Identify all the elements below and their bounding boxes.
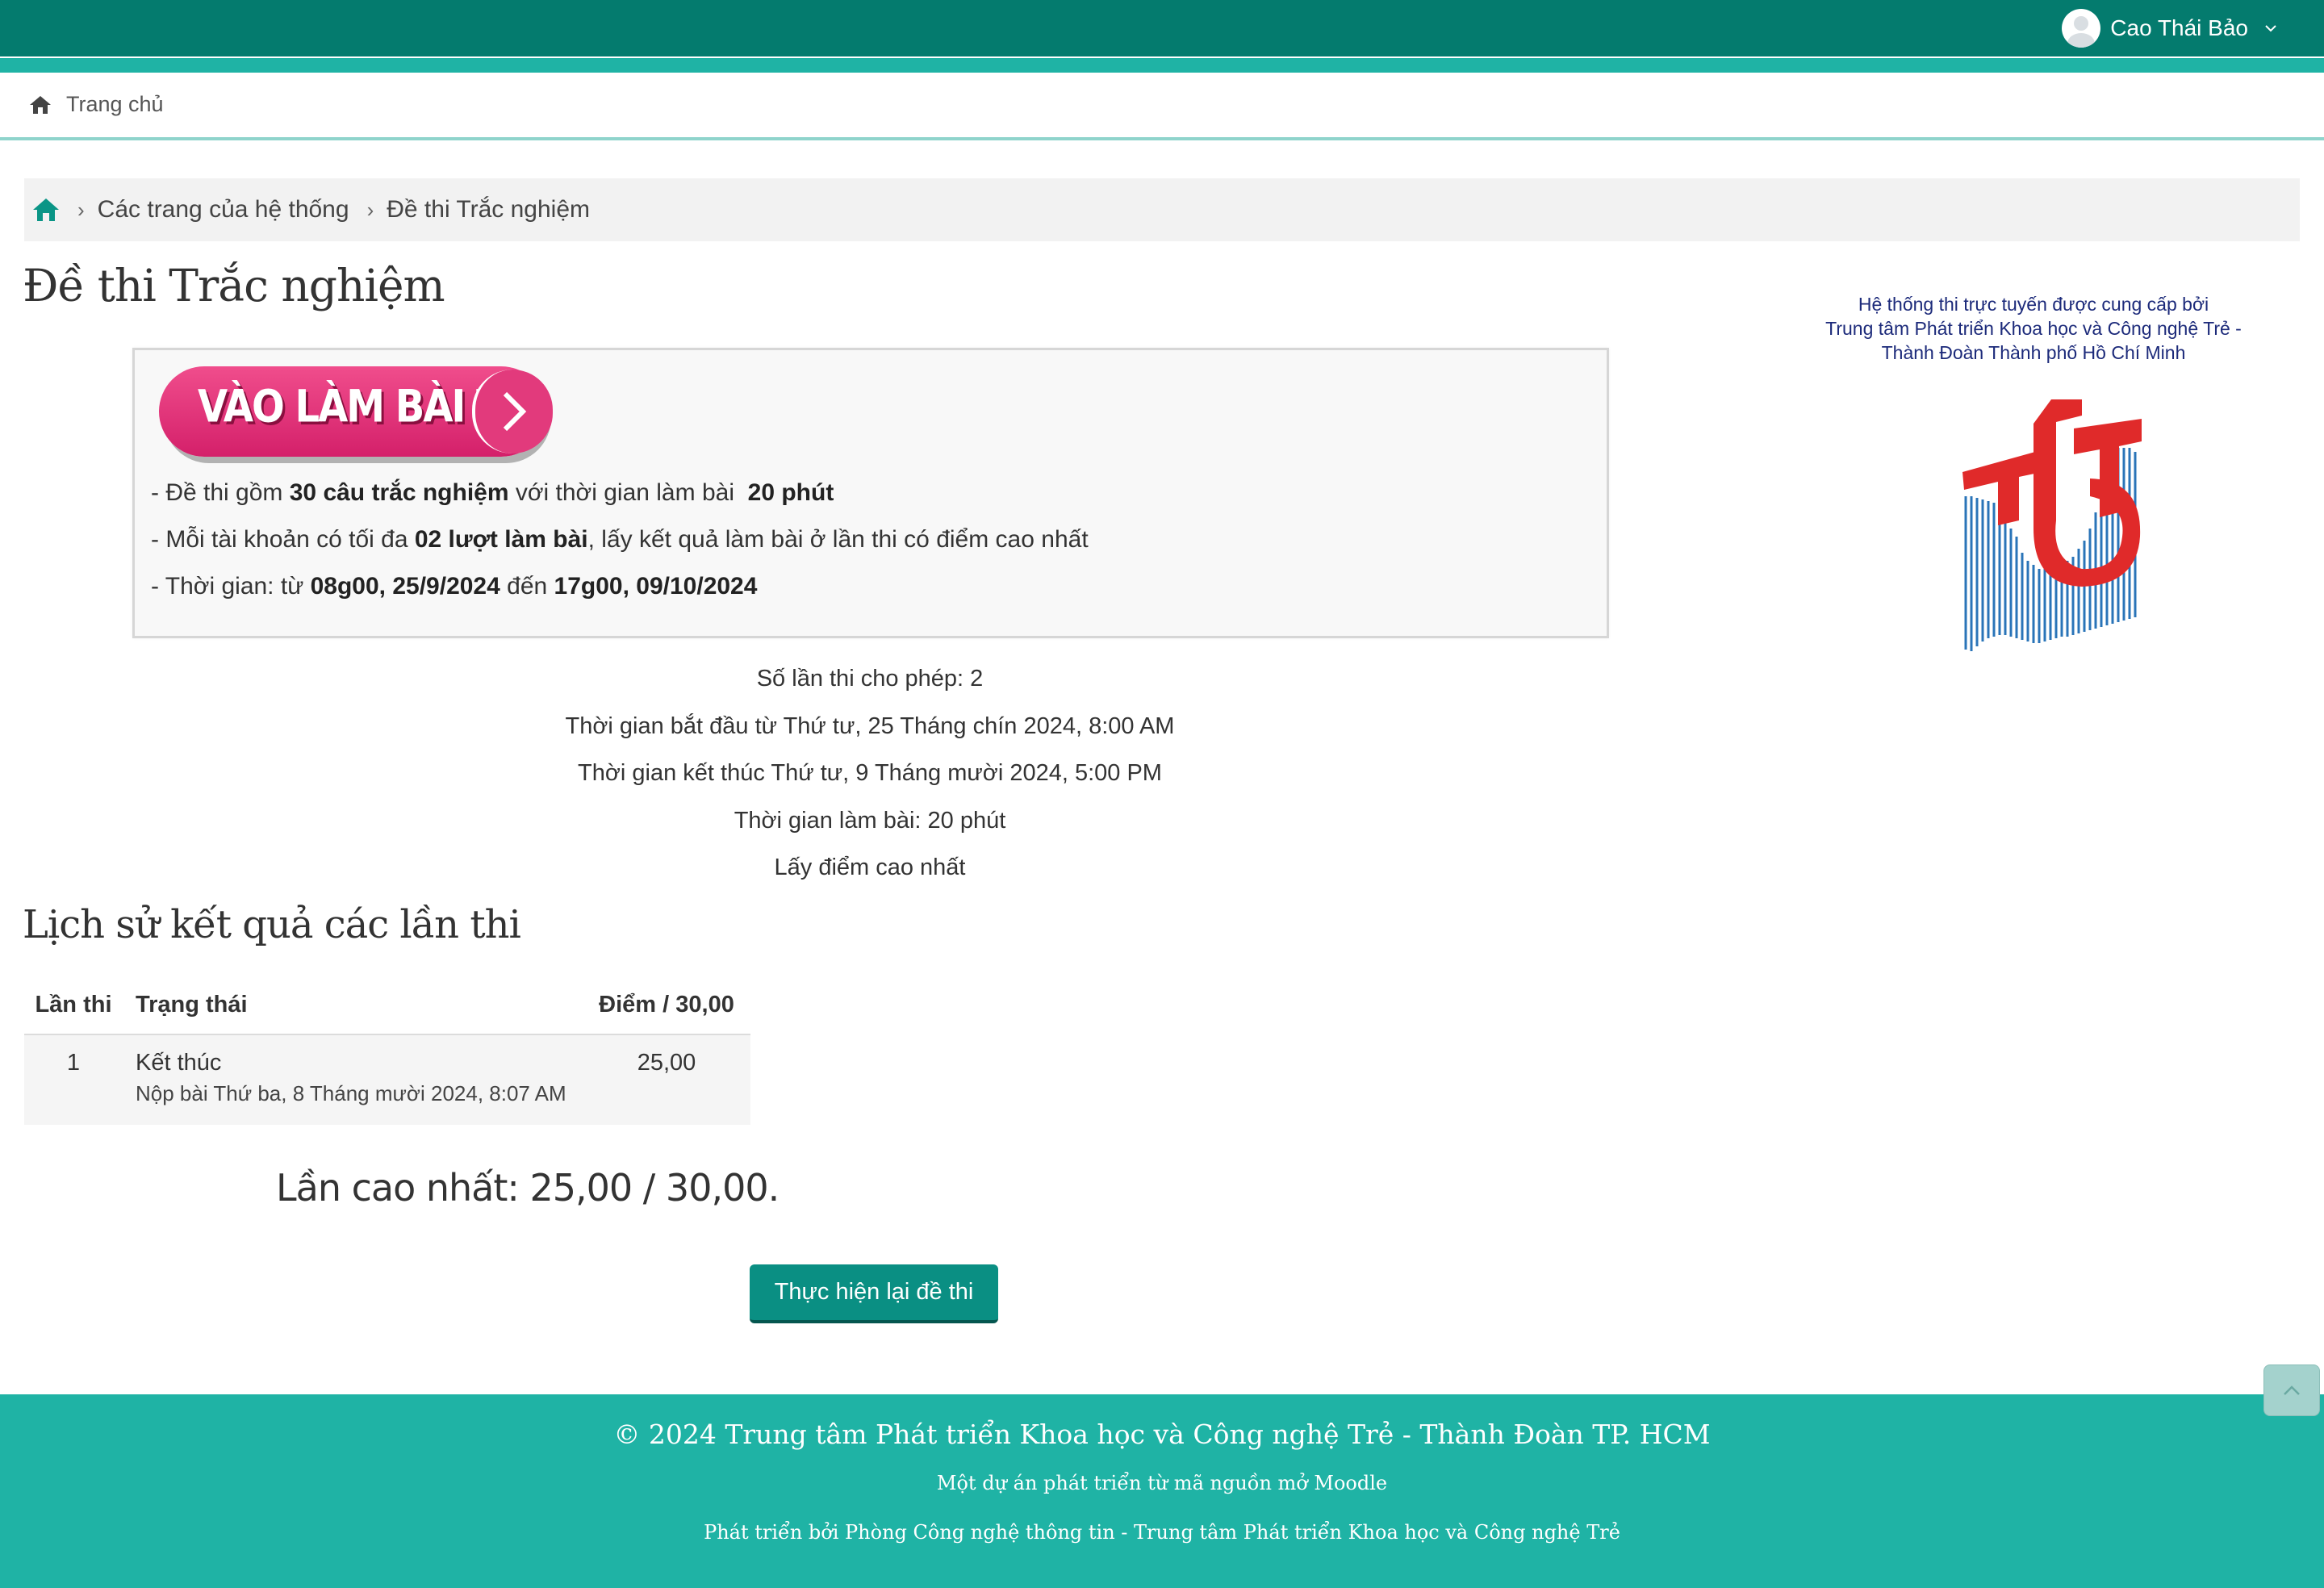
footer-developer: Phát triển bởi Phòng Công nghệ thông tin… <box>704 1521 1620 1544</box>
chevron-up-icon <box>2284 1385 2300 1395</box>
chevron-right-icon: › <box>366 197 374 222</box>
breadcrumb-item-current[interactable]: Đề thi Trắc nghiệm <box>387 196 590 224</box>
rule-attempts: - Mỗi tài khoản có tối đa 02 lượt làm bà… <box>151 526 1089 553</box>
time-limit: Thời gian làm bài: 20 phút <box>734 807 1006 834</box>
attempts-allowed: Số lần thi cho phép: 2 <box>756 666 984 692</box>
column-header-status: Trạng thái <box>123 976 583 1035</box>
breadcrumb-home-link[interactable] <box>32 197 60 223</box>
attempt-number-cell: 1 <box>24 1034 123 1125</box>
chevron-right-icon <box>472 370 553 453</box>
tst-logo <box>1962 399 2142 651</box>
table-header-row: Lần thi Trạng thái Điểm / 30,00 <box>24 976 750 1035</box>
quiz-info: Số lần thi cho phép: 2 Thời gian bắt đầu… <box>23 655 1717 892</box>
nav-bar: Trang chủ <box>0 73 2324 140</box>
user-name: Cao Thái Bảo <box>2110 15 2248 40</box>
page-title: Đề thi Trắc nghiệm <box>23 260 445 311</box>
status-text: Kết thúc <box>136 1050 222 1076</box>
column-header-attempt: Lần thi <box>24 976 123 1035</box>
footer-copyright: © 2024 Trung tâm Phát triển Khoa học và … <box>613 1419 1711 1450</box>
user-avatar-icon <box>2062 9 2101 48</box>
provider-info: Hệ thống thi trực tuyến được cung cấp bở… <box>1825 294 2242 363</box>
attempts-table: Lần thi Trạng thái Điểm / 30,00 1 Kết th… <box>24 976 750 1125</box>
exam-rules: - Đề thi gồm 30 câu trắc nghiệm với thời… <box>151 470 1089 610</box>
open-time: Thời gian bắt đầu từ Thứ tư, 25 Tháng ch… <box>565 713 1175 739</box>
home-icon <box>30 95 51 114</box>
table-row: 1 Kết thúc Nộp bài Thứ ba, 8 Tháng mười … <box>24 1034 750 1125</box>
chevron-right-icon: › <box>77 197 85 222</box>
grading-method: Lấy điểm cao nhất <box>774 855 966 880</box>
grade-cell: 25,00 <box>583 1034 750 1125</box>
close-time: Thời gian kết thúc Thứ tư, 9 Tháng mười … <box>578 760 1162 786</box>
rule-time-window: - Thời gian: từ 08g00, 25/9/2024 đến 17g… <box>151 573 758 600</box>
chevron-down-icon <box>2265 25 2276 32</box>
breadcrumb: › Các trang của hệ thống › Đề thi Trắc n… <box>24 178 2300 241</box>
status-cell: Kết thúc Nộp bài Thứ ba, 8 Tháng mười 20… <box>123 1034 583 1125</box>
nav-home-link[interactable]: Trang chủ <box>29 92 164 117</box>
exam-info-box: VÀO LÀM BÀI THI - Đề thi gồm 30 câu trắc… <box>132 348 1609 638</box>
column-header-grade: Điểm / 30,00 <box>583 976 750 1035</box>
start-exam-button[interactable]: VÀO LÀM BÀI THI <box>159 365 571 462</box>
best-grade: Lần cao nhất: 25,00 / 30,00. <box>276 1166 780 1210</box>
accent-stripe <box>0 58 2324 73</box>
user-menu[interactable]: Cao Thái Bảo <box>2062 8 2277 48</box>
reattempt-button[interactable]: Thực hiện lại đề thi <box>750 1264 998 1323</box>
top-header-bar: Cao Thái Bảo <box>0 0 2324 56</box>
history-title: Lịch sử kết quả các lần thi <box>23 902 521 947</box>
footer-moodle-note: Một dự án phát triển từ mã nguồn mở Mood… <box>936 1472 1388 1494</box>
footer: © 2024 Trung tâm Phát triển Khoa học và … <box>0 1394 2324 1588</box>
scroll-to-top-button[interactable] <box>2263 1364 2320 1416</box>
rule-questions: - Đề thi gồm 30 câu trắc nghiệm với thời… <box>151 479 834 506</box>
breadcrumb-item-system-pages[interactable]: Các trang của hệ thống <box>98 196 349 224</box>
home-icon <box>33 198 59 221</box>
nav-home-label: Trang chủ <box>66 92 164 116</box>
submitted-time: Nộp bài Thứ ba, 8 Tháng mười 2024, 8:07 … <box>136 1081 566 1105</box>
